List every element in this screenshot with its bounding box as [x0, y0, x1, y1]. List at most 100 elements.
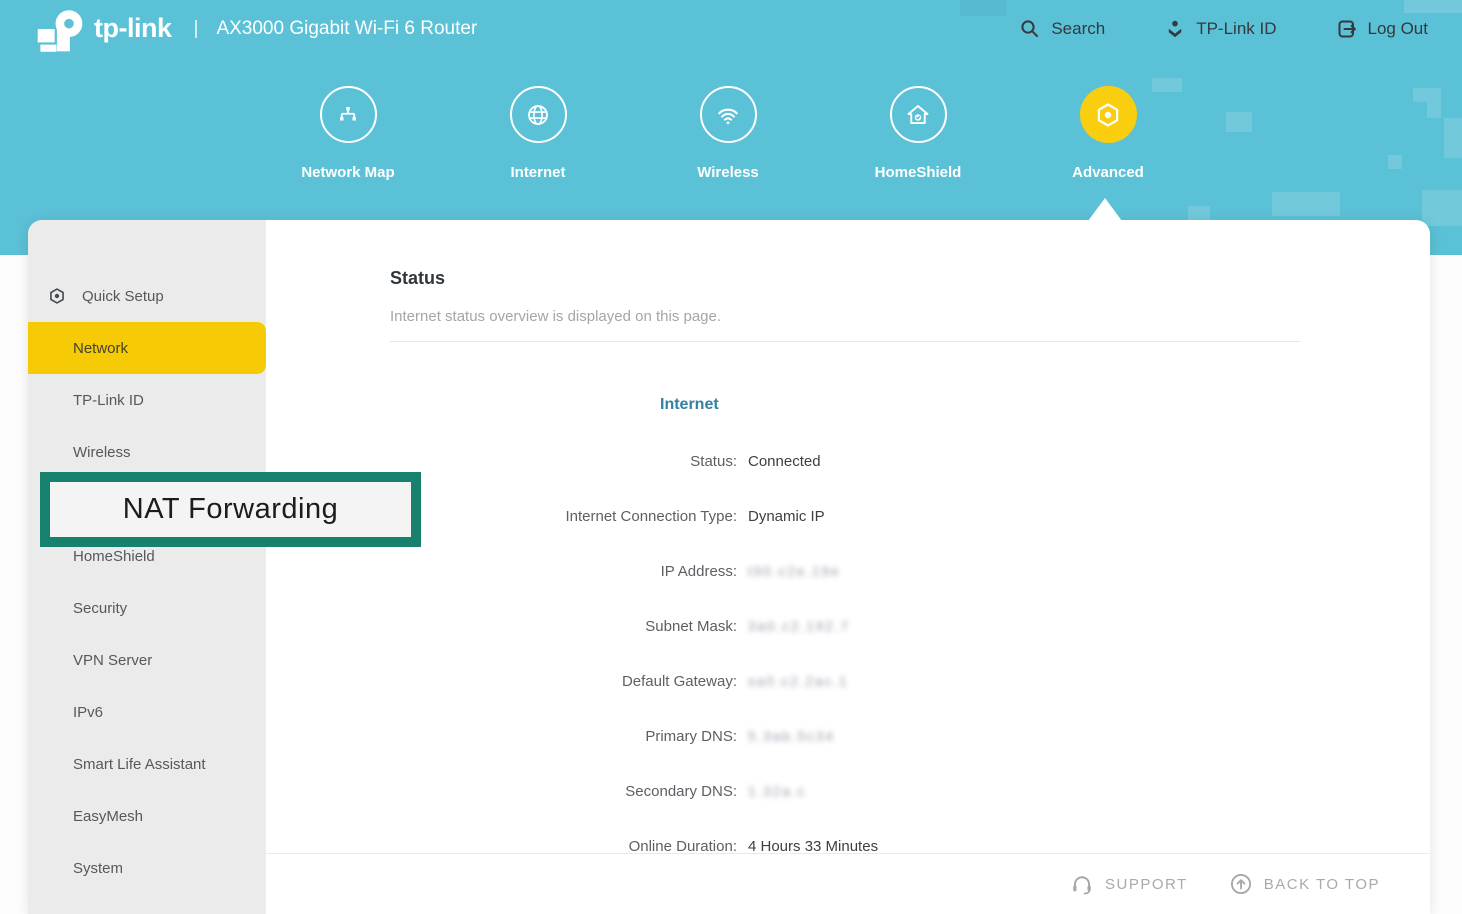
nav-wireless[interactable]: Wireless	[633, 86, 823, 181]
deco-square	[1388, 155, 1402, 169]
page-title: Status	[390, 268, 445, 289]
row-subnet-mask: Subnet Mask: 3a0.c2.192.7	[266, 599, 1430, 654]
support-label: SUPPORT	[1105, 876, 1188, 893]
row-value-redacted: 3a0.c2.192.7	[748, 619, 850, 634]
nav-label: Internet	[510, 164, 565, 181]
tplink-id-button[interactable]: TP-Link ID	[1163, 17, 1276, 41]
main-content: Status Internet status overview is displ…	[266, 220, 1430, 914]
sidebar-item-label: System	[73, 860, 123, 877]
search-label: Search	[1051, 19, 1105, 39]
sidebar-item-label: Smart Life Assistant	[73, 756, 206, 773]
headset-icon	[1069, 871, 1095, 897]
sidebar-item-network[interactable]: Network	[28, 322, 266, 374]
support-button[interactable]: SUPPORT	[1069, 871, 1188, 897]
deco-square	[1272, 192, 1340, 216]
status-rows: Status: Connected Internet Connection Ty…	[266, 434, 1430, 874]
home-shield-icon	[890, 86, 947, 143]
row-status: Status: Connected	[266, 434, 1430, 489]
nav-label: Network Map	[301, 164, 394, 181]
nav-internet[interactable]: Internet	[443, 86, 633, 181]
row-value-redacted: t90.c2e.19e	[748, 564, 841, 579]
sidebar-item-label: IPv6	[73, 704, 103, 721]
logout-button[interactable]: Log Out	[1335, 17, 1429, 41]
tp-link-logo-icon	[18, 4, 86, 54]
topbar: tp-link | AX3000 Gigabit Wi-Fi 6 Router …	[0, 0, 1462, 57]
row-secondary-dns: Secondary DNS: 1.32a.c	[266, 764, 1430, 819]
deco-square	[1427, 102, 1441, 118]
divider	[390, 341, 1300, 342]
content-footer: SUPPORT BACK TO TOP	[266, 853, 1430, 914]
sidebar-item-label: Network	[73, 340, 128, 357]
row-value: Dynamic IP	[748, 508, 825, 525]
content-panel: Quick Setup Network TP-Link ID Wireless …	[28, 220, 1430, 914]
sidebar-item-system[interactable]: System	[28, 842, 266, 894]
deco-square	[1444, 118, 1462, 158]
network-map-icon	[320, 86, 377, 143]
row-label: Secondary DNS:	[266, 783, 737, 800]
sidebar-item-vpn-server[interactable]: VPN Server	[28, 634, 266, 686]
row-label: Default Gateway:	[266, 673, 737, 690]
deco-square	[1413, 88, 1441, 102]
row-label: Subnet Mask:	[266, 618, 737, 635]
sidebar-item-tplink-id[interactable]: TP-Link ID	[28, 374, 266, 426]
nav-label: Advanced	[1072, 164, 1144, 181]
router-model-title: AX3000 Gigabit Wi-Fi 6 Router	[216, 18, 477, 40]
logout-icon	[1335, 17, 1359, 41]
brand: tp-link | AX3000 Gigabit Wi-Fi 6 Router	[18, 4, 477, 54]
row-ip-address: IP Address: t90.c2e.19e	[266, 544, 1430, 599]
row-value-redacted: sa0.c2.2ac.1	[748, 674, 849, 689]
back-to-top-label: BACK TO TOP	[1264, 876, 1380, 893]
nav-label: Wireless	[697, 164, 759, 181]
sidebar-item-quick-setup[interactable]: Quick Setup	[28, 270, 266, 322]
wifi-icon	[700, 86, 757, 143]
row-primary-dns: Primary DNS: 5.3ab.5c34	[266, 709, 1430, 764]
row-label: IP Address:	[266, 563, 737, 580]
row-default-gateway: Default Gateway: sa0.c2.2ac.1	[266, 654, 1430, 709]
blue-header: tp-link | AX3000 Gigabit Wi-Fi 6 Router …	[0, 0, 1462, 255]
active-tab-pointer	[1088, 198, 1122, 221]
sidebar-item-security[interactable]: Security	[28, 582, 266, 634]
sidebar-item-label: HomeShield	[73, 548, 155, 565]
topbar-controls: Search TP-Link ID Log Out	[1018, 17, 1444, 41]
internet-section-title: Internet	[660, 396, 719, 414]
nav-advanced[interactable]: Advanced	[1013, 86, 1203, 181]
gear-icon	[46, 285, 68, 307]
row-connection-type: Internet Connection Type: Dynamic IP	[266, 489, 1430, 544]
nav-label: HomeShield	[875, 164, 962, 181]
logout-label: Log Out	[1368, 19, 1429, 39]
deco-square	[1188, 206, 1210, 220]
annotation-label: NAT Forwarding	[123, 493, 338, 526]
sidebar-item-label: Security	[73, 600, 127, 617]
sidebar-item-ipv6[interactable]: IPv6	[28, 686, 266, 738]
sidebar-item-wireless[interactable]: Wireless	[28, 426, 266, 478]
row-value-redacted: 5.3ab.5c34	[748, 729, 835, 744]
back-to-top-button[interactable]: BACK TO TOP	[1228, 871, 1380, 897]
row-value-redacted: 1.32a.c	[748, 784, 806, 799]
nav-network-map[interactable]: Network Map	[253, 86, 443, 181]
sidebar: Quick Setup Network TP-Link ID Wireless …	[28, 220, 266, 914]
row-label: Primary DNS:	[266, 728, 737, 745]
brand-separator: |	[194, 18, 199, 40]
row-label: Status:	[266, 453, 737, 470]
router-admin-page: tp-link | AX3000 Gigabit Wi-Fi 6 Router …	[0, 0, 1462, 914]
page-description: Internet status overview is displayed on…	[390, 308, 721, 325]
sidebar-item-label: Wireless	[73, 444, 131, 461]
person-icon	[1163, 17, 1187, 41]
tplink-id-label: TP-Link ID	[1196, 19, 1276, 39]
search-icon	[1018, 17, 1042, 41]
brand-name: tp-link	[94, 13, 172, 44]
search-button[interactable]: Search	[1018, 17, 1105, 41]
sidebar-item-label: Quick Setup	[82, 288, 164, 305]
sidebar-item-easymesh[interactable]: EasyMesh	[28, 790, 266, 842]
annotation-highlight-nat-forwarding[interactable]: NAT Forwarding	[40, 472, 421, 547]
gear-icon	[1080, 86, 1137, 143]
nav-homeshield[interactable]: HomeShield	[823, 86, 1013, 181]
sidebar-item-label: TP-Link ID	[73, 392, 144, 409]
row-value: Connected	[748, 453, 821, 470]
deco-square	[1422, 190, 1462, 226]
globe-icon	[510, 86, 567, 143]
sidebar-item-label: EasyMesh	[73, 808, 143, 825]
arrow-up-circle-icon	[1228, 871, 1254, 897]
sidebar-item-smart-life-assistant[interactable]: Smart Life Assistant	[28, 738, 266, 790]
sidebar-item-label: VPN Server	[73, 652, 152, 669]
